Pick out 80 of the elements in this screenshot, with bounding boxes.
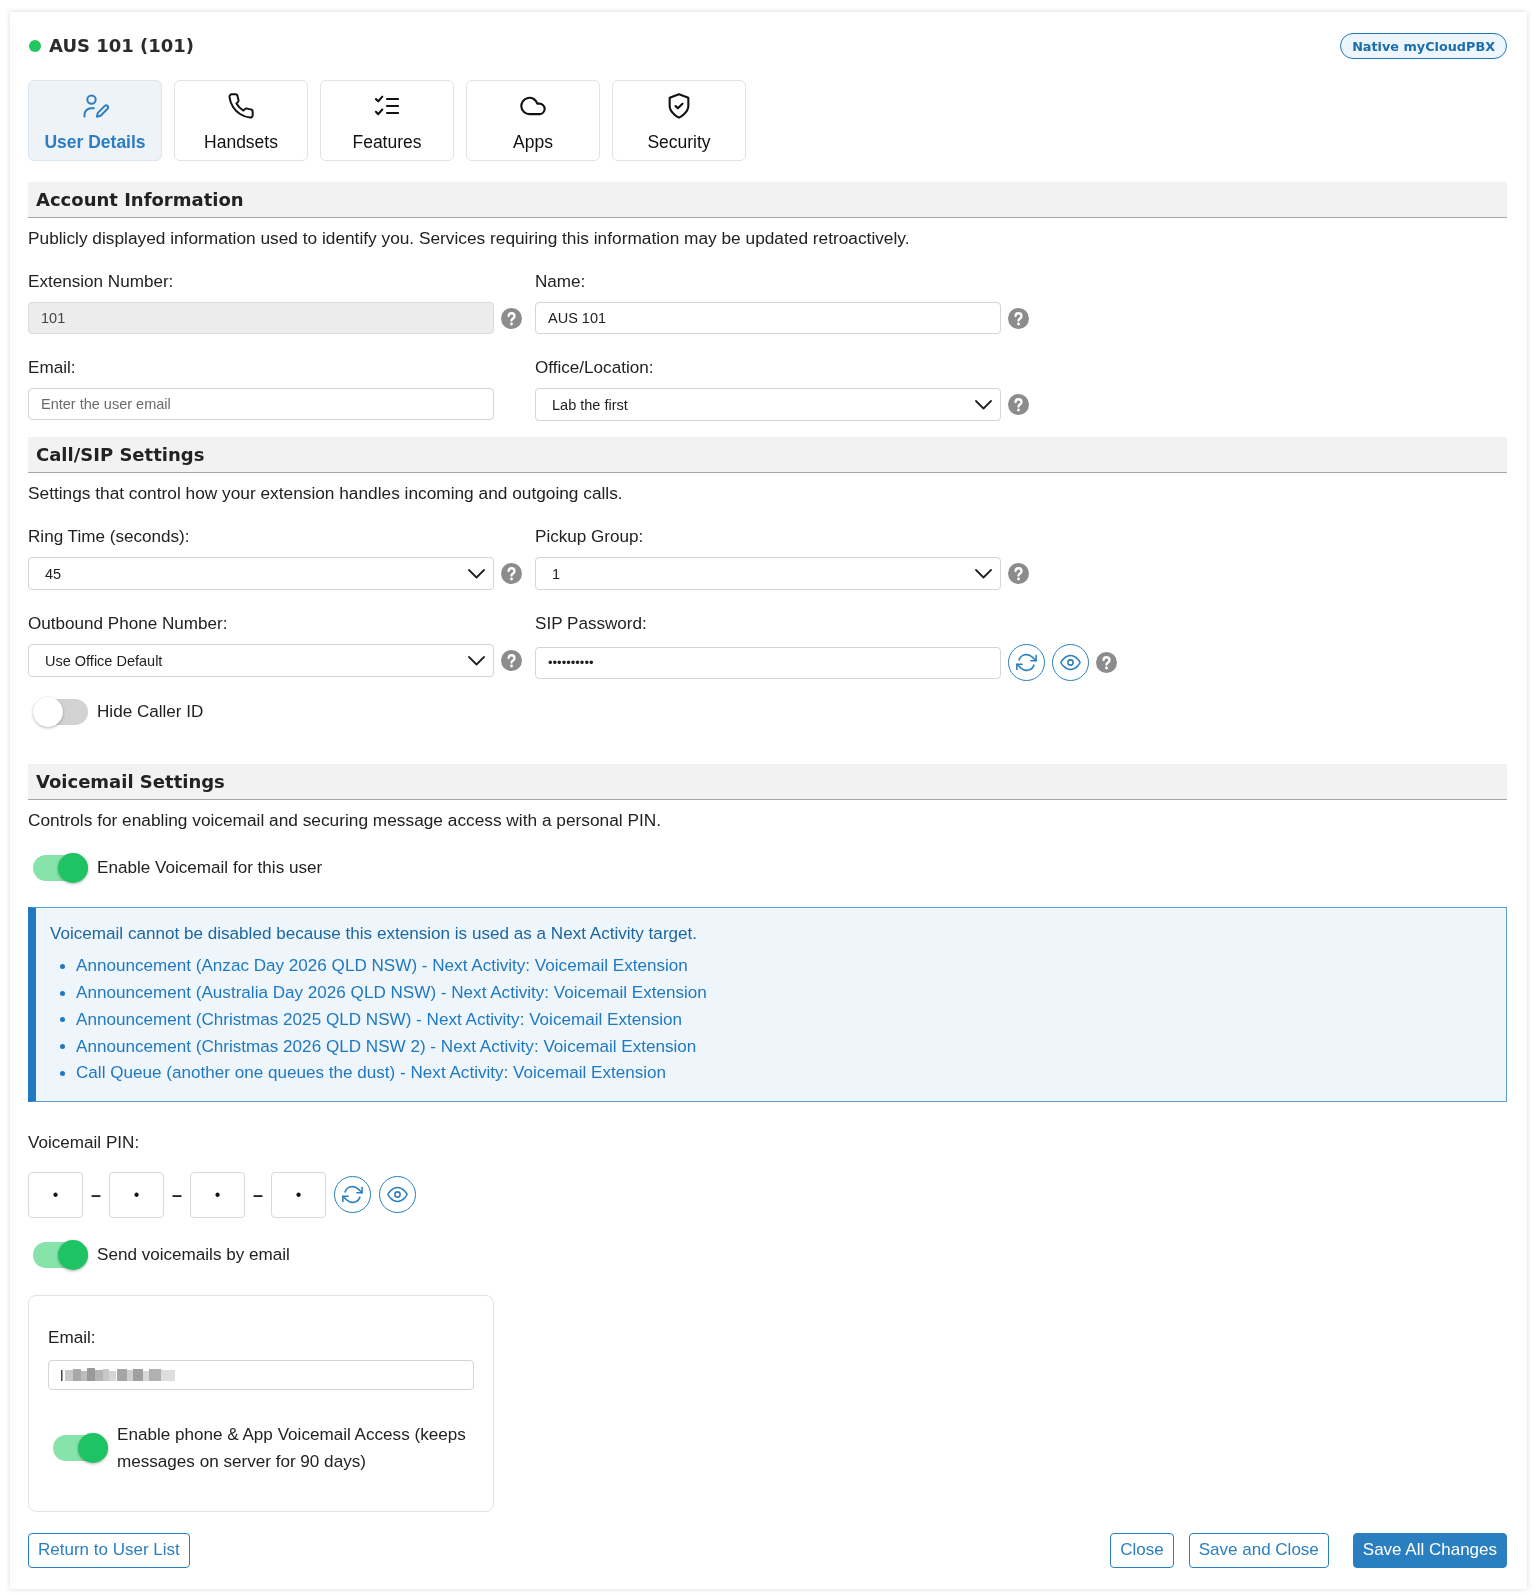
regenerate-button[interactable]	[1008, 644, 1045, 681]
section-header: Account Information	[28, 182, 1507, 218]
section-header: Voicemail Settings	[28, 764, 1507, 800]
toggle-switch[interactable]	[33, 1239, 88, 1270]
tab[interactable]: Apps	[466, 80, 600, 161]
field-label: Extension Number:	[28, 272, 175, 292]
notice-link[interactable]: Announcement (Anzac Day 2026 QLD NSW) - Next Activity: Voicemail Extension	[76, 956, 688, 977]
toggle-label: Enable Voicemail for this user	[97, 858, 323, 878]
tab[interactable]: Security	[612, 80, 746, 161]
dropdown-select[interactable]: Use Office Default	[28, 644, 494, 677]
bullet-icon	[60, 990, 65, 996]
toggle-switch[interactable]	[33, 853, 88, 883]
text-input[interactable]: Enter the user email	[28, 388, 494, 420]
pin-separator: –	[172, 1184, 183, 1205]
help-icon[interactable]	[1008, 307, 1029, 329]
show-pin-button[interactable]	[379, 1176, 417, 1214]
section-header: Call/SIP Settings	[28, 437, 1507, 473]
refresh-icon	[342, 1184, 364, 1206]
primary-button[interactable]: Save All Changes	[1352, 1532, 1507, 1568]
show-password-button[interactable]	[1052, 644, 1089, 681]
page-title: AUS 101 (101)	[49, 34, 195, 58]
toggle-label: Enable phone & App Voicemail Access (keeps messages on server for 90 days)	[117, 1423, 467, 1473]
dropdown-select[interactable]: 1	[535, 557, 1001, 590]
phone-icon	[227, 92, 255, 120]
bullet-icon	[60, 1070, 65, 1076]
chevron-down-icon	[468, 655, 485, 666]
pin-separator: –	[91, 1184, 101, 1205]
outline-button[interactable]: Close	[1110, 1532, 1174, 1568]
toggle-label: Send voicemails by email	[97, 1244, 290, 1265]
notice-title: Voicemail cannot be disabled because this extension is used as a Next Activity target.	[50, 924, 699, 944]
chevron-down-icon	[975, 568, 992, 579]
dropdown-select[interactable]: Lab the first	[535, 388, 1001, 421]
dropdown-select[interactable]: 45	[28, 557, 494, 590]
text-input[interactable]: AUS 101	[535, 302, 1001, 334]
account-type-badge: Native myCloudPBX	[1340, 33, 1507, 59]
notice-link[interactable]: Announcement (Christmas 2025 QLD NSW) - Next Activity: Voicemail Extension	[76, 1009, 683, 1030]
bullet-icon	[60, 1017, 65, 1023]
eye-icon	[1060, 652, 1081, 673]
refresh-icon	[1016, 652, 1037, 673]
help-icon[interactable]	[1008, 563, 1029, 584]
field-label: Voicemail PIN:	[28, 1132, 141, 1153]
bullet-icon	[60, 1044, 65, 1050]
field-label: Email:	[48, 1327, 97, 1348]
field-label: Name:	[535, 272, 587, 292]
toggle-switch[interactable]	[53, 1432, 108, 1463]
tab[interactable]: Features	[320, 80, 454, 161]
help-icon[interactable]	[501, 563, 522, 584]
pin-separator: –	[253, 1184, 264, 1205]
help-icon[interactable]	[1008, 394, 1029, 415]
field-label: Pickup Group:	[535, 527, 645, 547]
notice-link[interactable]: Announcement (Christmas 2026 QLD NSW 2) - Next Activity: Voicemail Extension	[76, 1036, 697, 1057]
email-input[interactable]	[48, 1359, 474, 1390]
section-description: Controls for enabling voicemail and securing message access with a personal PIN.	[28, 810, 662, 830]
chevron-down-icon	[468, 568, 485, 579]
field-label: Outbound Phone Number:	[28, 614, 229, 634]
regenerate-button[interactable]	[334, 1176, 372, 1214]
section-description: Publicly displayed information used to identify you. Services requiring this information may be updated retroactively.	[28, 228, 911, 248]
password-input[interactable]: ••••••••••	[535, 646, 1001, 679]
chevron-down-icon	[975, 399, 992, 410]
field-label: Office/Location:	[535, 358, 655, 378]
help-icon[interactable]	[1096, 652, 1117, 673]
pin-digit-field[interactable]: •	[28, 1171, 83, 1218]
bullet-icon	[60, 963, 65, 969]
tab[interactable]: Handsets	[174, 80, 308, 161]
outline-button[interactable]: Save and Close	[1188, 1532, 1329, 1568]
toggle-label: Hide Caller ID	[97, 702, 204, 722]
field-label: Ring Time (seconds):	[28, 527, 191, 547]
pin-digit-field[interactable]: •	[190, 1171, 246, 1218]
tab[interactable]: User Details	[28, 80, 162, 161]
field-label: SIP Password:	[535, 614, 648, 634]
field-label: Email:	[28, 358, 77, 378]
toggle-switch[interactable]	[33, 697, 88, 727]
section-description: Settings that control how your extension handles incoming and outgoing calls.	[28, 483, 624, 503]
user-pencil-icon	[81, 92, 109, 120]
outline-button[interactable]: Return to User List	[28, 1532, 190, 1568]
pin-digit-field[interactable]: •	[271, 1171, 327, 1218]
help-icon[interactable]	[501, 650, 522, 671]
pin-digit-field[interactable]: •	[109, 1171, 164, 1218]
notice-link[interactable]: Announcement (Australia Day 2026 QLD NSW) - Next Activity: Voicemail Extension	[76, 983, 707, 1004]
notice-link[interactable]: Call Queue (another one queues the dust) - Next Activity: Voicemail Extension	[76, 1063, 667, 1084]
